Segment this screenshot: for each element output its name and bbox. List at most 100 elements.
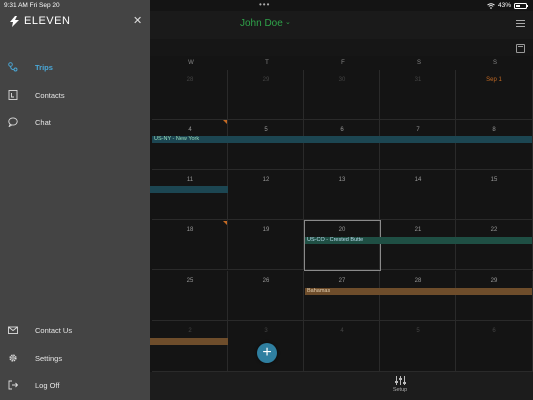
calendar-day-cell[interactable]: 28 (152, 70, 228, 120)
calendar-day-cell[interactable]: 18 (152, 220, 228, 270)
today-highlight (304, 220, 381, 271)
calendar-day-cell[interactable]: 21 (380, 220, 456, 270)
app-logo: ELEVEN (9, 15, 70, 27)
battery-icon (514, 2, 528, 9)
calendar-day-cell[interactable]: 31 (380, 70, 456, 120)
calendar-day-cell[interactable]: 25 (152, 271, 228, 321)
day-number: 28 (186, 77, 194, 83)
day-number: 27 (338, 278, 346, 284)
calendar-day-cell[interactable]: 26 (228, 271, 304, 321)
day-number: 31 (414, 77, 422, 83)
day-number: 11 (186, 177, 194, 183)
status-time-value: 9:31 AM (4, 2, 28, 9)
weekday-header: W (188, 60, 194, 66)
day-number: 25 (186, 278, 194, 284)
nav-label: Contact Us (35, 325, 73, 335)
menu-icon[interactable] (516, 20, 525, 27)
nav-item-log-off[interactable]: Log Off (0, 374, 150, 396)
wifi-icon (487, 2, 495, 9)
calendar-day-cell[interactable]: 12 (228, 170, 304, 220)
day-number: 6 (492, 328, 496, 334)
event-bahamas-continued[interactable] (150, 338, 228, 345)
day-number: 2 (188, 328, 192, 334)
calendar-day-cell[interactable]: 13 (304, 170, 380, 220)
nav-label: Log Off (35, 380, 60, 390)
calendar-day-cell[interactable]: 6 (304, 120, 380, 170)
calendar-icon[interactable] (516, 44, 525, 53)
calendar-day-cell[interactable]: 14 (380, 170, 456, 220)
close-icon[interactable]: ✕ (133, 14, 142, 27)
day-number: 18 (186, 227, 194, 233)
mail-icon (8, 326, 18, 334)
nav-label: Trips (35, 62, 53, 72)
day-number: 14 (414, 177, 422, 183)
sliders-icon (395, 376, 406, 385)
weekday-header: T (265, 60, 269, 66)
weekday-header: S (492, 60, 497, 66)
gear-icon (9, 354, 17, 362)
event-bahamas[interactable]: Bahamas (305, 288, 532, 295)
day-number: 29 (262, 77, 270, 83)
calendar-day-cell[interactable]: 4 (304, 321, 380, 372)
chevron-down-icon[interactable]: ⌄ (285, 18, 291, 26)
calendar-day-cell[interactable]: 15 (456, 170, 533, 220)
nav-item-settings[interactable]: Settings (0, 347, 150, 369)
user-name-selector[interactable]: John Doe (240, 18, 283, 29)
calendar-day-cell[interactable]: 29 (456, 271, 533, 321)
logout-icon (8, 380, 18, 390)
nav-label: Contacts (35, 90, 65, 100)
nav-item-trips[interactable]: Trips (0, 56, 150, 78)
calendar-day-cell[interactable]: 5 (228, 120, 304, 170)
multitask-dots[interactable]: ••• (259, 0, 270, 9)
calendar-day-cell[interactable]: 22 (456, 220, 533, 270)
add-trip-button[interactable]: + (257, 343, 277, 363)
day-number: 8 (492, 127, 496, 133)
flag-icon (223, 120, 227, 124)
trips-icon (8, 62, 18, 72)
setup-tab[interactable]: Setup (389, 376, 411, 393)
side-drawer: ELEVEN ✕ Trips Contacts Chat Contact Us … (0, 0, 150, 400)
nav-item-contacts[interactable]: Contacts (0, 84, 150, 106)
event-new-york-continued[interactable] (150, 186, 228, 193)
setup-label: Setup (392, 387, 408, 393)
app-root: John Doe ⌄ W T F S S 28 29 30 31 Sep 1 4 5 6 7 8 1… (0, 0, 533, 400)
battery-percent: 43% (497, 2, 511, 9)
calendar-day-cell[interactable]: 4 (152, 120, 228, 170)
calendar-day-cell[interactable]: 30 (304, 70, 380, 120)
day-number: Sep 1 (486, 77, 502, 83)
day-number: 26 (262, 278, 270, 284)
day-number: 19 (262, 227, 270, 233)
calendar-day-cell[interactable]: 5 (380, 321, 456, 372)
calendar-day-cell[interactable]: 28 (380, 271, 456, 321)
day-number: 13 (338, 177, 346, 183)
calendar-day-cell[interactable]: 29 (228, 70, 304, 120)
nav-item-chat[interactable]: Chat (0, 111, 150, 133)
calendar-day-cell[interactable]: 2 (152, 321, 228, 372)
event-crested-butte[interactable]: US-CO - Crested Butte (305, 237, 532, 244)
nav-label: Settings (35, 353, 63, 363)
weekday-header: F (341, 60, 345, 66)
day-number: 22 (490, 227, 498, 233)
status-right: 43% (487, 2, 528, 9)
calendar-day-cell[interactable]: 7 (380, 120, 456, 170)
weekday-header: S (416, 60, 421, 66)
calendar-day-cell[interactable]: 11 (152, 170, 228, 220)
day-number: 3 (264, 328, 268, 334)
calendar-day-cell[interactable]: 19 (228, 220, 304, 270)
day-number: 5 (416, 328, 420, 334)
logo-text: ELEVEN (24, 15, 71, 27)
calendar-day-cell[interactable]: 6 (456, 321, 533, 372)
status-time: 9:31 AM Fri Sep 20 (4, 2, 60, 9)
day-number: 6 (340, 127, 344, 133)
day-number: 5 (264, 127, 268, 133)
day-number: 15 (490, 177, 498, 183)
nav-label: Chat (35, 117, 51, 127)
calendar-day-cell[interactable]: Sep 1 (456, 70, 533, 120)
day-number: 21 (414, 227, 422, 233)
calendar-day-cell[interactable]: 27 (304, 271, 380, 321)
flag-icon (223, 221, 227, 225)
day-number: 7 (416, 127, 420, 133)
calendar-day-cell[interactable]: 8 (456, 120, 533, 170)
event-new-york[interactable]: US-NY - New York (152, 136, 532, 143)
nav-item-contact-us[interactable]: Contact Us (0, 319, 150, 341)
